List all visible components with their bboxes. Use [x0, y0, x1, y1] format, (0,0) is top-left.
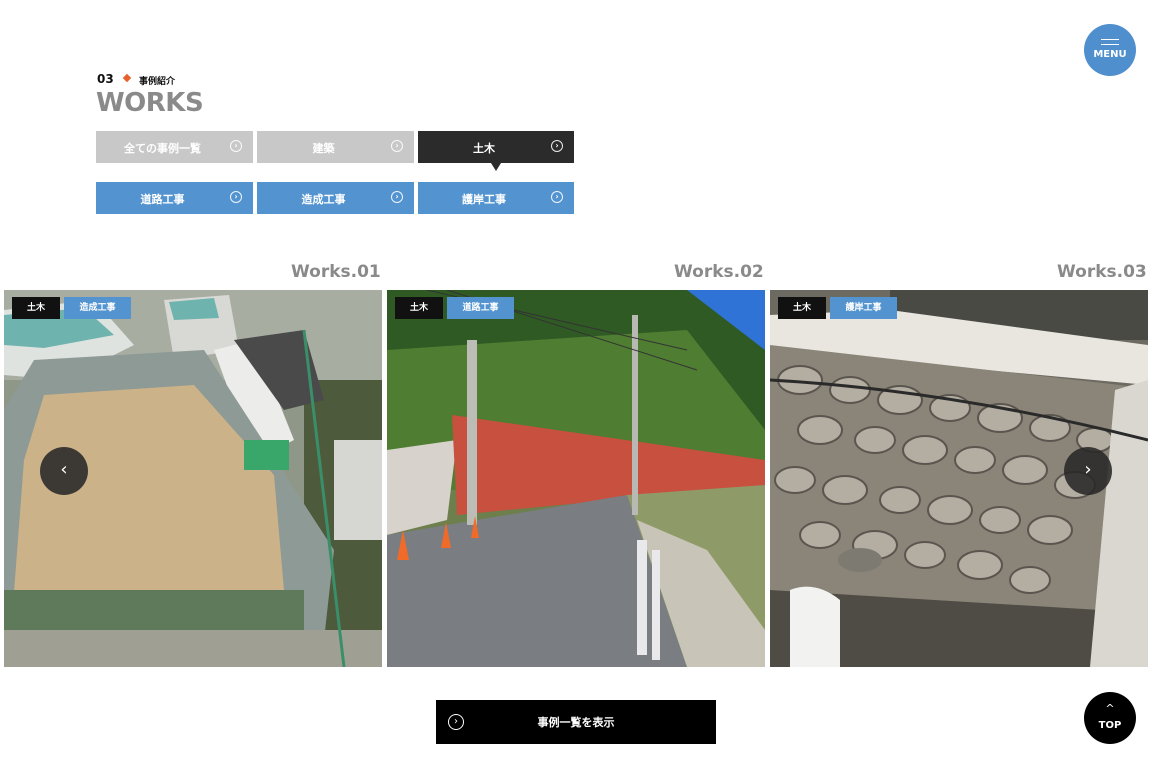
section-number: 03 — [97, 72, 114, 86]
subtab-revetment-works[interactable]: 護岸工事 › — [418, 182, 574, 214]
chevron-right-circle-icon: › — [391, 191, 403, 203]
subtab-label: 道路工事 — [140, 193, 185, 206]
menu-button[interactable]: MENU — [1084, 24, 1136, 76]
carousel-prev-button[interactable]: ‹ — [40, 447, 88, 495]
category-tag: 土木 — [395, 297, 443, 319]
work-card-02[interactable]: 土木 道路工事 — [387, 290, 765, 667]
back-to-top-button[interactable]: ^ TOP — [1084, 692, 1136, 744]
works-label-01: Works.01 — [291, 262, 381, 282]
subcategory-tag: 道路工事 — [447, 297, 514, 319]
category-tag: 土木 — [12, 297, 60, 319]
subtab-road-works[interactable]: 道路工事 › — [96, 182, 253, 214]
view-all-label: 事例一覧を表示 — [537, 716, 615, 729]
section-jp-label: 事例紹介 — [139, 77, 176, 87]
diamond-icon — [122, 73, 132, 83]
subcategory-tag: 護岸工事 — [830, 297, 897, 319]
section-title: WORKS — [96, 88, 204, 118]
road-construction-photo — [387, 290, 765, 667]
carousel-next-button[interactable]: › — [1064, 447, 1112, 495]
active-tab-pointer-icon — [491, 163, 501, 171]
chevron-right-circle-icon: › — [551, 191, 563, 203]
subtab-label: 造成工事 — [301, 193, 346, 206]
subtab-land-development[interactable]: 造成工事 › — [257, 182, 414, 214]
hamburger-icon — [1101, 39, 1119, 45]
top-label: TOP — [1098, 720, 1122, 731]
tab-civil-engineering[interactable]: 土木 › — [418, 131, 574, 163]
tab-label: 建築 — [312, 142, 335, 155]
chevron-right-circle-icon: › — [391, 140, 403, 152]
chevron-right-circle-icon: › — [551, 140, 563, 152]
subcategory-tag: 造成工事 — [64, 297, 131, 319]
works-label-03: Works.03 — [1057, 262, 1147, 282]
chevron-right-circle-icon: › — [230, 191, 242, 203]
view-all-works-button[interactable]: › 事例一覧を表示 — [436, 700, 716, 744]
category-tag: 土木 — [778, 297, 826, 319]
menu-label: MENU — [1093, 49, 1127, 60]
subtab-label: 護岸工事 — [462, 193, 506, 206]
works-label-02: Works.02 — [674, 262, 764, 282]
chevron-right-circle-icon: › — [230, 140, 242, 152]
chevron-up-icon: ^ — [1105, 702, 1115, 715]
tab-label: 土木 — [473, 142, 495, 155]
tab-all-works[interactable]: 全ての事例一覧 › — [96, 131, 253, 163]
tab-architecture[interactable]: 建築 › — [257, 131, 414, 163]
tab-label: 全ての事例一覧 — [124, 142, 201, 155]
